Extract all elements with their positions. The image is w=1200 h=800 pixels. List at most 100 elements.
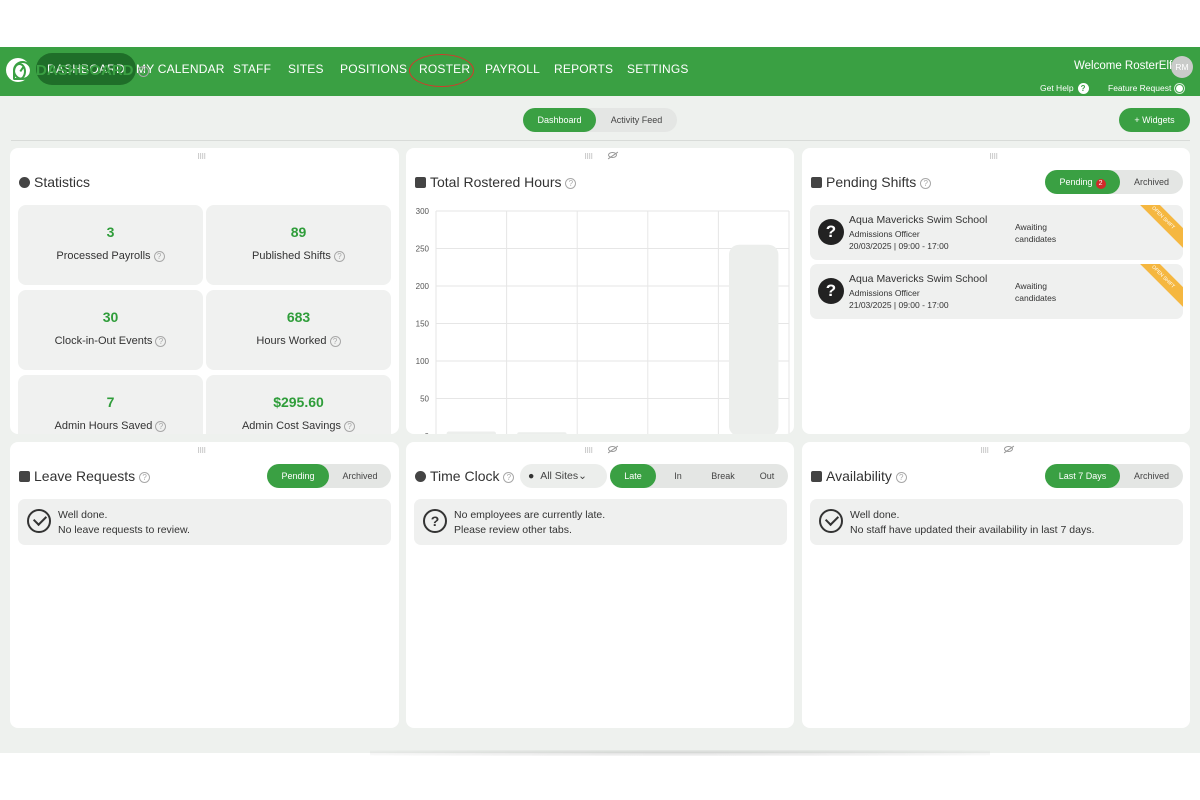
y-tick-label: 100 xyxy=(416,357,430,366)
app-window: DASHBOARD MY CALENDAR STAFF SITES POSITI… xyxy=(0,47,1200,753)
pending-shifts-widget: ⠿⠿ Pending Shifts ? Pending 2 Archived ? … xyxy=(802,148,1190,434)
pending-shift-card[interactable]: ? Aqua Mavericks Swim School Admissions … xyxy=(810,205,1183,260)
beach-icon xyxy=(19,471,30,482)
pending-shifts-title: Pending Shifts xyxy=(826,174,917,190)
tab-late[interactable]: Late xyxy=(610,464,656,488)
get-help-label: Get Help xyxy=(1040,83,1074,93)
page-title-label: DASHBOARD xyxy=(36,62,134,79)
drag-handle-icon[interactable]: ⠿⠿ xyxy=(197,153,206,161)
time-clock-widget: ⠿⠿ Time Clock ? ● All Sites⌄ Late In Bre… xyxy=(406,442,794,728)
empty-state-message: Well done. No leave requests to review. xyxy=(18,499,391,545)
empty-state-message: ? No employees are currently late. Pleas… xyxy=(414,499,787,545)
message-line1: Well done. xyxy=(58,509,108,521)
feature-request-link[interactable]: Feature Request xyxy=(1108,83,1184,93)
tab-activity-feed[interactable]: Activity Feed xyxy=(596,108,677,132)
stat-value: 30 xyxy=(102,309,119,325)
add-widgets-button[interactable]: + Widgets xyxy=(1119,108,1190,132)
tab-archived[interactable]: Archived xyxy=(1120,170,1183,194)
help-icon[interactable]: ? xyxy=(137,65,149,77)
check-circle-icon xyxy=(27,509,51,533)
help-icon[interactable]: ? xyxy=(155,420,167,432)
tab-out[interactable]: Out xyxy=(746,464,788,488)
stat-tile: 7 Admin Hours Saved ? xyxy=(18,375,203,434)
message-line2: Please review other tabs. xyxy=(454,524,572,536)
stat-label: Published Shifts ? xyxy=(206,250,391,262)
tab-pending[interactable]: Pending xyxy=(267,464,329,488)
nav-sites[interactable]: SITES xyxy=(277,53,335,85)
empty-state-message: Well done. No staff have updated their a… xyxy=(810,499,1183,545)
tab-archived[interactable]: Archived xyxy=(1120,464,1183,488)
help-icon[interactable]: ? xyxy=(503,471,515,483)
tab-archived[interactable]: Archived xyxy=(329,464,391,488)
stat-label-text: Admin Cost Savings xyxy=(241,420,341,432)
nav-reports[interactable]: REPORTS xyxy=(543,53,624,85)
drag-handle-icon[interactable]: ⠿⠿ xyxy=(584,447,593,455)
unknown-staff-icon: ? xyxy=(818,278,844,304)
hide-eye-icon[interactable] xyxy=(1004,446,1013,452)
help-icon[interactable]: ? xyxy=(920,177,932,189)
question-circle-icon: ? xyxy=(423,509,447,533)
hide-eye-icon[interactable] xyxy=(608,446,617,452)
message-line2: No staff have updated their availability… xyxy=(850,524,1095,536)
shift-datetime: 20/03/2025 | 09:00 - 17:00 xyxy=(849,241,949,251)
site-select[interactable]: ● All Sites⌄ xyxy=(520,464,607,488)
y-tick-label: 150 xyxy=(416,320,430,329)
help-icon[interactable]: ? xyxy=(344,420,356,432)
site-select-label: All Sites xyxy=(540,470,579,482)
tab-in[interactable]: In xyxy=(656,464,700,488)
help-icon[interactable]: ? xyxy=(329,335,341,347)
calendar-icon xyxy=(811,471,822,482)
nav-roster[interactable]: ROSTER xyxy=(408,53,481,85)
nav-payroll[interactable]: PAYROLL xyxy=(474,53,551,85)
shift-status: Awaiting candidates xyxy=(1015,280,1075,304)
shift-position: Admissions Officer xyxy=(849,229,920,239)
availability-toggle: Last 7 Days Archived xyxy=(1045,464,1183,488)
help-icon[interactable]: ? xyxy=(333,250,345,262)
tab-break[interactable]: Break xyxy=(700,464,746,488)
drag-handle-icon[interactable]: ⠿⠿ xyxy=(197,447,206,455)
status-line1: Awaiting xyxy=(1015,222,1047,232)
drag-handle-icon[interactable]: ⠿⠿ xyxy=(989,153,998,161)
tab-pending[interactable]: Pending 2 xyxy=(1045,170,1120,194)
nav-positions[interactable]: POSITIONS xyxy=(329,53,418,85)
tab-last-7-days[interactable]: Last 7 Days xyxy=(1045,464,1120,488)
bar[interactable] xyxy=(446,431,497,435)
site-select-value: ● All Sites⌄ xyxy=(520,464,607,488)
avatar[interactable]: RM xyxy=(1171,56,1193,78)
calendar-clock-icon xyxy=(811,177,822,188)
help-icon[interactable]: ? xyxy=(153,250,165,262)
clock-icon xyxy=(415,471,426,482)
bar[interactable] xyxy=(728,244,779,434)
tab-dashboard[interactable]: Dashboard xyxy=(523,108,596,132)
stat-label-text: Clock-in-Out Events xyxy=(54,335,153,347)
y-tick-label: 300 xyxy=(416,207,430,216)
nav-settings[interactable]: SETTINGS xyxy=(616,53,700,85)
top-nav: DASHBOARD MY CALENDAR STAFF SITES POSITI… xyxy=(0,47,1200,96)
nav-staff[interactable]: STAFF xyxy=(222,53,282,85)
location-pin-icon: ● xyxy=(528,470,535,482)
bar[interactable] xyxy=(517,432,567,434)
help-icon[interactable]: ? xyxy=(155,335,167,347)
unknown-staff-icon: ? xyxy=(818,219,844,245)
open-shift-ribbon: OPEN SHIFT xyxy=(1129,205,1183,252)
rostered-hours-widget: ⠿⠿ Total Rostered Hours ? 05010015020025… xyxy=(406,148,794,434)
time-clock-tabs: Late In Break Out xyxy=(610,464,788,488)
count-badge: 2 xyxy=(1095,179,1106,189)
help-icon[interactable]: ? xyxy=(139,471,151,483)
shift-status: Awaiting candidates xyxy=(1015,221,1075,245)
open-shift-ribbon: OPEN SHIFT xyxy=(1129,264,1183,311)
drag-handle-icon[interactable]: ⠿⠿ xyxy=(980,447,989,455)
time-clock-title: Time Clock xyxy=(430,468,500,484)
leave-requests-title: Leave Requests xyxy=(34,468,136,484)
tab-pending-label: Pending xyxy=(1059,177,1093,187)
help-icon[interactable]: ? xyxy=(895,471,907,483)
stat-value: 89 xyxy=(290,224,307,240)
y-tick-label: 200 xyxy=(416,282,430,291)
feature-request-label: Feature Request xyxy=(1108,83,1172,93)
stat-label: Hours Worked ? xyxy=(206,335,391,347)
get-help-link[interactable]: Get Help? xyxy=(1040,83,1089,95)
stat-tile: 30 Clock-in-Out Events ? xyxy=(18,290,203,370)
message-line1: No employees are currently late. xyxy=(454,509,606,521)
pending-shift-card[interactable]: ? Aqua Mavericks Swim School Admissions … xyxy=(810,264,1183,319)
status-line2: candidates xyxy=(1015,293,1057,303)
